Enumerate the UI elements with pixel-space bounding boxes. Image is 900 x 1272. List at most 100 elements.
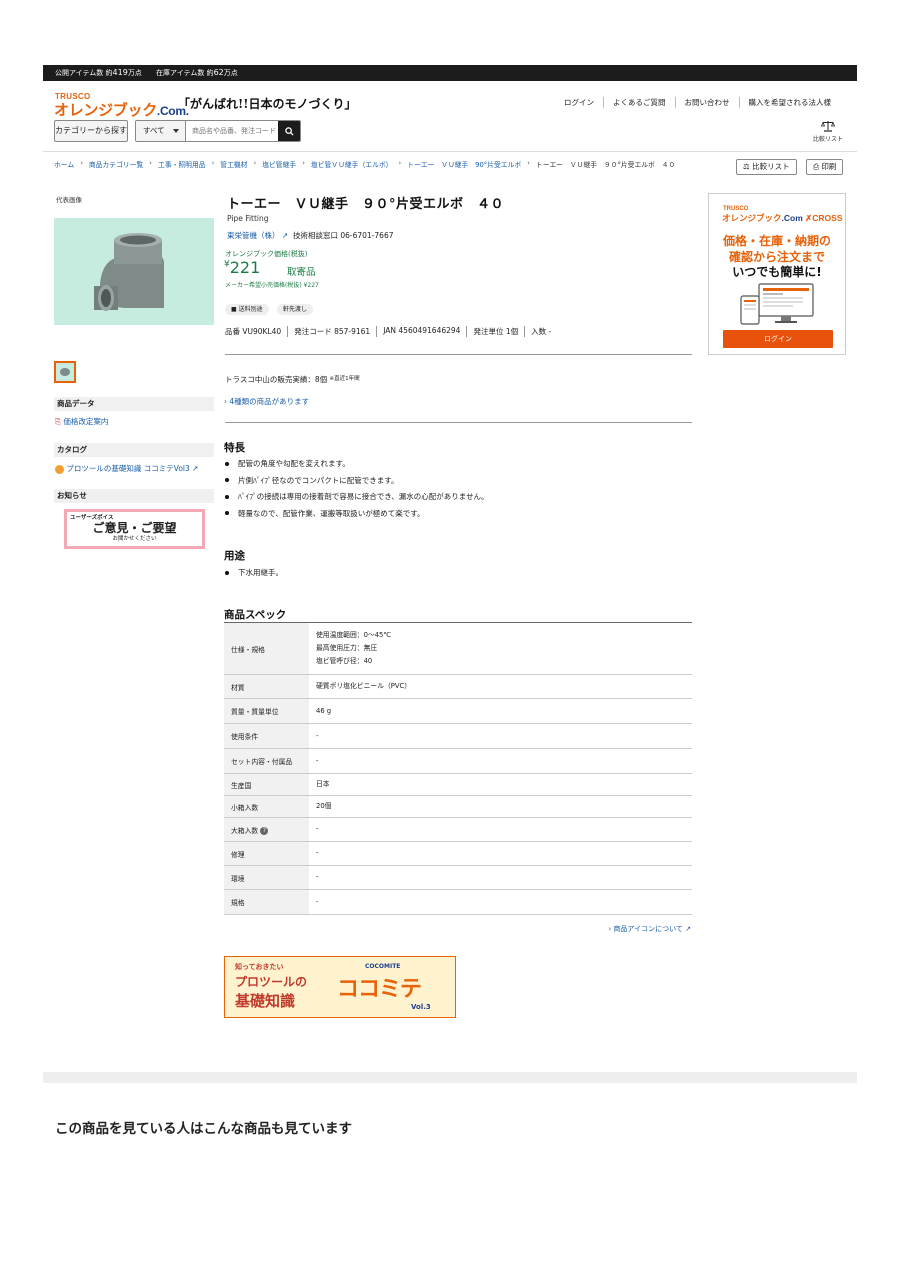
spec-key: 質量・質量単位 — [224, 698, 309, 724]
spec-value: - — [309, 723, 692, 749]
list-item: 下水用継手。 — [224, 568, 283, 577]
price: ¥221 — [224, 258, 261, 277]
breadcrumb-vu-elbow[interactable]: 塩ビ管ＶＵ継手（エルボ） — [311, 159, 393, 169]
product-title: トーエー ＶＵ継手 ９０°片受エルボ ４０ — [227, 197, 505, 212]
site-logo[interactable]: オレンジブック.Com. — [54, 99, 189, 120]
maker-info: 東栄管機（株） ↗ 技術相談窓口 06-6701-7667 — [227, 231, 394, 240]
corporate-link[interactable]: 購入を希望される法人様 — [738, 97, 841, 108]
list-item: 配管の角度や勾配を変えれます。 — [224, 459, 489, 468]
list-item: 軽量なので、配管作業、運搬等取扱いが極めて楽です。 — [224, 509, 489, 518]
breadcrumb-pvc-fittings[interactable]: 塩ビ管継手 — [262, 159, 296, 169]
device-illustration — [740, 283, 814, 325]
tech-phone: 06-6701-7667 — [340, 231, 394, 240]
pack-quantity: 入数 - — [524, 326, 557, 337]
item-number: 品番 VU90KL40 — [225, 327, 282, 336]
stock-item-count: 在庫アイテム数 約62万点 — [156, 68, 238, 77]
pdf-icon: ⎘ — [55, 417, 61, 426]
thumbnail-1[interactable] — [54, 361, 76, 383]
table-row: 修理 - — [224, 841, 692, 866]
faq-link[interactable]: よくあるご質問 — [603, 97, 675, 108]
site-slogan: 「がんばれ!!日本のモノづくり」 — [178, 97, 357, 111]
search-icon — [284, 126, 294, 136]
divider — [225, 354, 692, 355]
table-row: 使用条件 - — [224, 723, 692, 749]
breadcrumb-pipe-equipment[interactable]: 管工機材 — [220, 159, 247, 169]
spec-value: 硬質ポリ塩化ビニール（PVC） — [309, 674, 692, 699]
print-button[interactable]: ⎙ 印刷 — [806, 159, 844, 175]
catalog-link[interactable]: プロツールの基礎知識 ココミテVol3 ↗ — [55, 463, 198, 474]
spec-key: 環境 — [224, 865, 309, 890]
category-search-button[interactable]: カテゴリーから探す — [54, 120, 128, 142]
spec-key: セット内容・付属品 — [224, 748, 309, 774]
tag-shipping: ■ 送料別途 — [225, 304, 269, 315]
compare-list-link[interactable]: 比較リスト — [812, 120, 844, 143]
public-item-count: 公開アイテム数 約419万点 — [55, 68, 142, 77]
search-bar: すべて — [135, 120, 301, 142]
contact-link[interactable]: お問い合わせ — [674, 97, 739, 108]
usage-heading: 用途 — [224, 550, 245, 562]
external-link-icon: ↗ — [685, 925, 691, 933]
tag-curbside: 軒先渡し — [277, 304, 314, 315]
breadcrumb-home[interactable]: ホーム — [54, 159, 74, 169]
cross-ad-banner[interactable]: TRUSCO オレンジブック.Com ✗CROSS 価格・在庫・納期の 確認から… — [708, 193, 846, 355]
mascot-icon — [55, 464, 64, 474]
spec-key: 生産国 — [224, 773, 309, 796]
list-item: 片側ﾊﾟｲﾌﾟ径なのでコンパクトに配管できます。 — [224, 476, 489, 485]
ad-login-button[interactable]: ログイン — [723, 330, 833, 348]
table-row: 生産国 日本 — [224, 773, 692, 796]
catalog-heading: カタログ — [54, 443, 214, 457]
search-scope-select[interactable]: すべて — [136, 121, 186, 141]
table-row: 大箱入数 ? - — [224, 817, 692, 842]
product-codes: 品番 VU90KL40 発注コード 857-9161 JAN 456049164… — [225, 326, 557, 337]
representative-image-label: 代表画像 — [56, 196, 82, 204]
recommendation-heading: この商品を見ている人はこんな商品も見ています — [55, 1121, 352, 1137]
spec-value: 20個 — [309, 795, 692, 818]
table-row: 質量・質量単位 46 g — [224, 698, 692, 724]
list-item: ﾊﾟｲﾌﾟの接続は専用の接着剤で容易に接合でき、漏水の心配がありません。 — [224, 492, 489, 501]
spec-key: 使用条件 — [224, 723, 309, 749]
features-heading: 特長 — [224, 442, 245, 454]
spec-value: - — [309, 889, 692, 915]
spec-key: 小箱入数 — [224, 795, 309, 818]
stock-status: 取寄品 — [287, 267, 316, 278]
table-row: 材質 硬質ポリ塩化ビニール（PVC） — [224, 674, 692, 699]
info-icon[interactable]: ? — [260, 826, 269, 835]
login-link[interactable]: ログイン — [555, 97, 603, 108]
breadcrumb: ホーム › 商品カテゴリ一覧 › 工事・照明用品 › 管工機材 › 塩ビ管継手 › 塩ビ管… — [54, 159, 676, 169]
spec-value: 46 g — [309, 698, 692, 724]
product-icon-info-link[interactable]: › 商品アイコンについて ↗ — [608, 924, 691, 934]
spec-value: 使用温度範囲：0～45℃ 最高使用圧力：無圧 塩ビ管呼び径：40 — [309, 622, 692, 675]
usage-list: 下水用継手。 — [224, 568, 283, 585]
section-divider-band — [43, 1072, 857, 1083]
printer-icon: ⎙ — [813, 162, 819, 171]
order-unit: 発注単位 1個 — [466, 326, 524, 337]
breadcrumb-category-list[interactable]: 商品カテゴリ一覧 — [89, 159, 143, 169]
search-button[interactable] — [278, 121, 300, 141]
header-links: ログイン よくあるご質問 お問い合わせ 購入を希望される法人様 — [555, 97, 840, 108]
search-input[interactable] — [186, 121, 278, 141]
maker-retail-price: メーカー希望小売価格(税抜) ¥227 — [225, 282, 319, 289]
spec-value: - — [309, 748, 692, 774]
spec-value: - — [309, 841, 692, 866]
spec-value: - — [309, 817, 692, 842]
table-row: 規格 - — [224, 889, 692, 915]
spec-key: 大箱入数 ? — [224, 817, 309, 842]
add-to-compare-button[interactable]: ⚖ 比較リスト — [736, 159, 797, 175]
scale-icon — [821, 121, 835, 132]
cocomite-banner[interactable]: 知っておきたい プロツールの 基礎知識 COCOMITE ココミテ Vol.3 — [224, 956, 456, 1018]
breadcrumb-construction[interactable]: 工事・照明用品 — [158, 159, 206, 169]
truck-icon: ■ — [231, 306, 237, 313]
product-english-name: Pipe Fitting — [227, 214, 269, 223]
header-divider — [43, 151, 857, 152]
spec-table: 仕様・規格 使用温度範囲：0～45℃ 最高使用圧力：無圧 塩ビ管呼び径：40 材質硬… — [224, 622, 692, 915]
breadcrumb-product-series[interactable]: トーエー ＶＵ継手 90°片受エルボ — [407, 159, 521, 169]
maker-link[interactable]: 東栄管機（株） — [227, 231, 280, 240]
price-revision-link[interactable]: ⎘ 価格改定案内 — [55, 416, 108, 427]
spec-value: 日本 — [309, 773, 692, 796]
user-voice-banner[interactable]: ユーザーズボイス ご意見・ご要望 お聞かせください — [64, 509, 205, 549]
ad-brand: オレンジブック.Com ✗CROSS — [722, 213, 843, 223]
breadcrumb-current: トーエー ＶＵ継手 ９０°片受エルボ ４０ — [535, 161, 676, 169]
top-info-bar: 公開アイテム数 約419万点 在庫アイテム数 約62万点 — [43, 65, 857, 81]
product-main-image[interactable] — [54, 218, 214, 325]
variants-link[interactable]: › 4種類の商品があります — [224, 396, 309, 407]
